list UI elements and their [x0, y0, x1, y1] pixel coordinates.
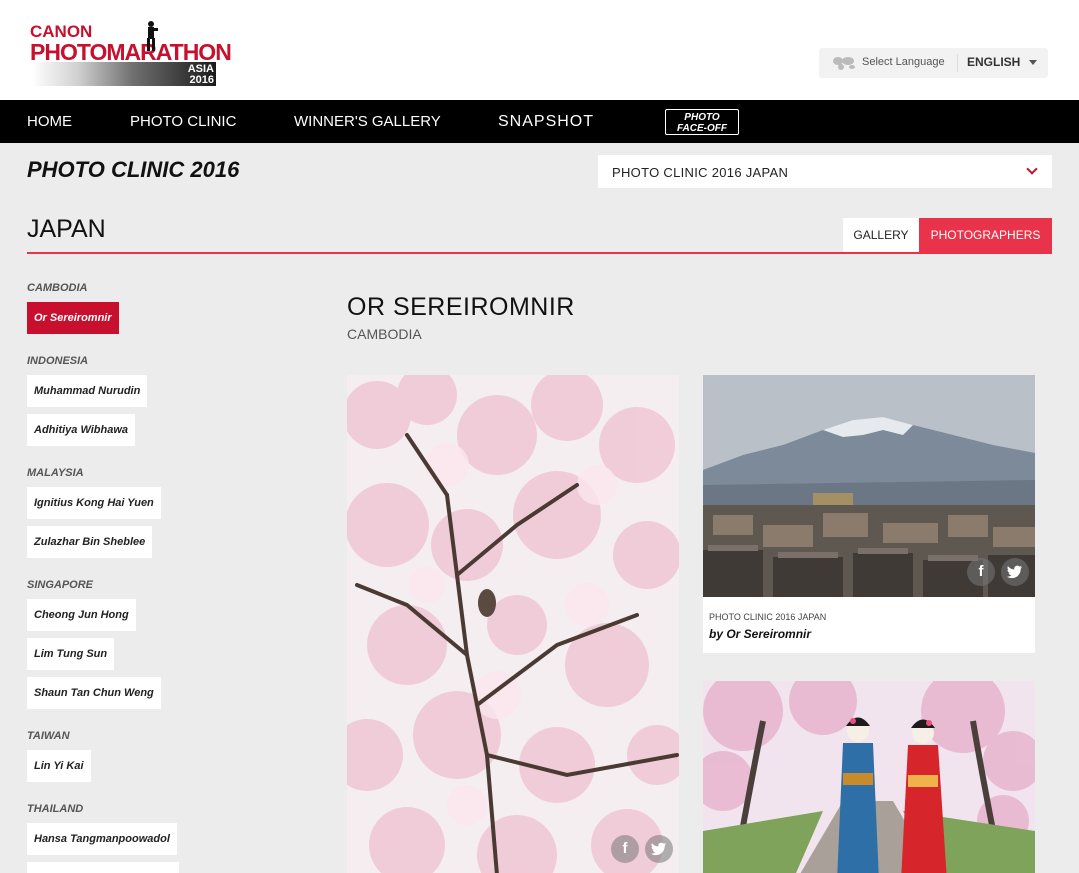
logo-asia-2016: ASIA 2016 [188, 64, 214, 86]
photographer-figure-icon [147, 21, 158, 51]
country-group: THAILAND Hansa Tangmanpoowadol Suphakalp… [27, 803, 317, 873]
photographer-name: OR SEREIROMNIR [347, 293, 575, 321]
photographer-link[interactable]: Shaun Tan Chun Weng [27, 677, 161, 709]
photo-mountain-town[interactable]: f [703, 375, 1035, 597]
photo-card[interactable] [703, 681, 1035, 873]
country-label: CAMBODIA [27, 282, 88, 294]
photo-caption: PHOTO CLINIC 2016 JAPAN [709, 612, 827, 622]
photographer-link[interactable]: Suphakalp Wongcompune [27, 862, 179, 873]
nav-photo-face-off[interactable]: PHOTO FACE-OFF [665, 109, 739, 135]
photo-byline[interactable]: by Or Sereiromnir [709, 627, 811, 641]
section-divider [27, 252, 1052, 254]
photographer-link[interactable]: Cheong Jun Hong [27, 599, 136, 631]
maiko-illustration [703, 681, 1035, 873]
country-label: SINGAPORE [27, 579, 94, 591]
world-map-icon [833, 57, 855, 70]
facebook-share-icon[interactable]: f [611, 835, 639, 863]
twitter-share-icon[interactable] [1001, 558, 1029, 586]
caret-down-icon[interactable] [1029, 60, 1037, 65]
photographer-link[interactable]: Zulazhar Bin Sheblee [27, 526, 153, 558]
photographer-country: CAMBODIA [347, 326, 422, 342]
twitter-share-icon[interactable] [645, 835, 673, 863]
country-label: INDONESIA [27, 355, 89, 367]
chevron-down-icon[interactable] [1026, 163, 1038, 175]
main-nav: HOME PHOTO CLINIC WINNER'S GALLERY SNAPS… [0, 100, 1079, 143]
country-group: SINGAPORE Cheong Jun Hong Lim Tung Sun S… [27, 579, 317, 716]
language-selector[interactable]: Select Language ENGLISH [819, 48, 1048, 78]
country-label: MALAYSIA [27, 467, 84, 479]
cherry-blossom-illustration [347, 375, 679, 873]
photographer-sidebar: CAMBODIA Or Sereiromnir INDONESIA Muhamm… [27, 282, 317, 873]
header: CANON PHOTOMARATHON ASIA 2016 Select Lan… [0, 0, 1079, 100]
photographer-link[interactable]: Ignitius Kong Hai Yuen [27, 487, 161, 519]
country-group: CAMBODIA Or Sereiromnir [27, 282, 317, 341]
country-group: INDONESIA Muhammad Nurudin Adhitiya Wibh… [27, 355, 317, 453]
nav-snapshot[interactable]: SNAPSHOT [498, 113, 594, 131]
clinic-dropdown[interactable]: PHOTO CLINIC 2016 JAPAN [598, 155, 1052, 188]
photographer-link[interactable]: Adhitiya Wibhawa [27, 414, 136, 446]
current-language[interactable]: ENGLISH [967, 55, 1020, 69]
photographer-link[interactable]: Lin Yi Kai [27, 750, 91, 782]
photo-face-off-line2: FACE-OFF [677, 123, 727, 134]
nav-home[interactable]: HOME [27, 113, 72, 130]
page-title: PHOTO CLINIC 2016 [27, 157, 240, 182]
select-language-label: Select Language [862, 56, 945, 68]
photographer-link[interactable]: Muhammad Nurudin [27, 375, 148, 407]
country-label: TAIWAN [27, 730, 70, 742]
tab-photographers[interactable]: PHOTOGRAPHERS [919, 218, 1052, 253]
tab-gallery[interactable]: GALLERY [843, 218, 919, 253]
photo-face-off-line1: PHOTO [684, 112, 720, 123]
country-group: TAIWAN Lin Yi Kai [27, 730, 317, 789]
photo-card[interactable]: f PHOTO CLINIC 2016 JAPAN by Or Sereirom… [703, 375, 1035, 653]
photo-maiko-cherry-path[interactable] [703, 681, 1035, 873]
photographer-link[interactable]: Or Sereiromnir [27, 302, 119, 334]
nav-winners-gallery[interactable]: WINNER'S GALLERY [294, 113, 441, 130]
photographer-link[interactable]: Lim Tung Sun [27, 638, 115, 670]
section-title: JAPAN [27, 215, 106, 243]
nav-photo-clinic[interactable]: PHOTO CLINIC [130, 113, 236, 130]
photographer-link[interactable]: Hansa Tangmanpoowadol [27, 823, 177, 855]
canon-photomarathon-logo[interactable]: CANON PHOTOMARATHON ASIA 2016 [30, 20, 232, 86]
photo-cherry-blossom[interactable]: f [347, 375, 679, 873]
divider [957, 54, 958, 72]
bird [478, 589, 496, 617]
dropdown-value: PHOTO CLINIC 2016 JAPAN [612, 165, 789, 180]
view-tabs: GALLERY PHOTOGRAPHERS [843, 218, 1052, 253]
logo-year: 2016 [189, 74, 214, 86]
country-group: MALAYSIA Ignitius Kong Hai Yuen Zulazhar… [27, 467, 317, 565]
facebook-share-icon[interactable]: f [967, 558, 995, 586]
country-label: THAILAND [27, 803, 84, 815]
